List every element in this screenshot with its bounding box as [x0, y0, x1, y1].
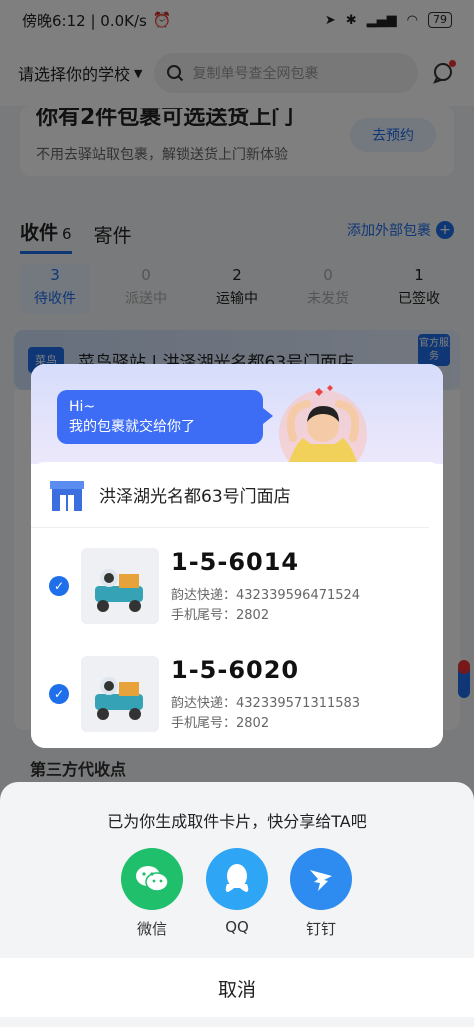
phone-tail: 手机尾号：2802 — [171, 716, 270, 731]
speech-bubble: Hi~ 我的包裹就交给你了 — [57, 390, 273, 444]
phone-tail: 手机尾号：2802 — [171, 608, 270, 623]
checkbox-checked-icon[interactable]: ✓ — [49, 684, 69, 704]
share-wechat-label: 微信 — [136, 920, 167, 938]
package-item[interactable]: ✓ 1-5-6020 韵达快递：432339571311583 手机尾号：280… — [31, 654, 443, 734]
store-icon — [50, 480, 84, 511]
share-qq-label: QQ — [225, 918, 249, 936]
bubble-message: 我的包裹就交给你了 — [69, 419, 195, 435]
cancel-button[interactable]: 取消 — [0, 958, 474, 1018]
pickup-card-modal: Hi~ 我的包裹就交给你了 洪泽湖光名都63号门面店 ✓ 1-5-6014 韵达… — [31, 364, 443, 748]
share-sheet-title: 已为你生成取件卡片，快分享给TA吧 — [107, 812, 367, 831]
qq-icon — [206, 848, 268, 910]
store-name: 洪泽湖光名都63号门面店 — [99, 487, 291, 507]
share-dingtalk-label: 钉钉 — [305, 920, 336, 938]
share-qq-button[interactable]: QQ — [197, 848, 277, 936]
package-item[interactable]: ✓ 1-5-6014 韵达快递：432339596471524 手机尾号：280… — [31, 546, 443, 626]
share-dingtalk-button[interactable]: 钉钉 — [281, 848, 361, 939]
pickup-code: 1-5-6020 — [171, 656, 300, 684]
gesture-bar — [0, 1017, 474, 1027]
modal-body: 洪泽湖光名都63号门面店 ✓ 1-5-6014 韵达快递：43233959647… — [31, 462, 443, 748]
modal-banner: Hi~ 我的包裹就交给你了 — [31, 364, 443, 478]
delivery-vehicle-image — [81, 656, 159, 732]
delivery-vehicle-image — [81, 548, 159, 624]
store-row: 洪泽湖光名都63号门面店 — [31, 462, 429, 528]
pickup-code: 1-5-6014 — [171, 548, 300, 576]
tracking-number: 韵达快递：432339596471524 — [171, 588, 361, 603]
tracking-number: 韵达快递：432339571311583 — [171, 696, 361, 711]
wechat-icon — [121, 848, 183, 910]
share-sheet: 已为你生成取件卡片，快分享给TA吧 微信 QQ 钉钉 取消 — [0, 782, 474, 1027]
bubble-greeting: Hi~ — [69, 399, 96, 415]
checkbox-checked-icon[interactable]: ✓ — [49, 576, 69, 596]
dingtalk-icon — [290, 848, 352, 910]
share-wechat-button[interactable]: 微信 — [112, 848, 192, 939]
